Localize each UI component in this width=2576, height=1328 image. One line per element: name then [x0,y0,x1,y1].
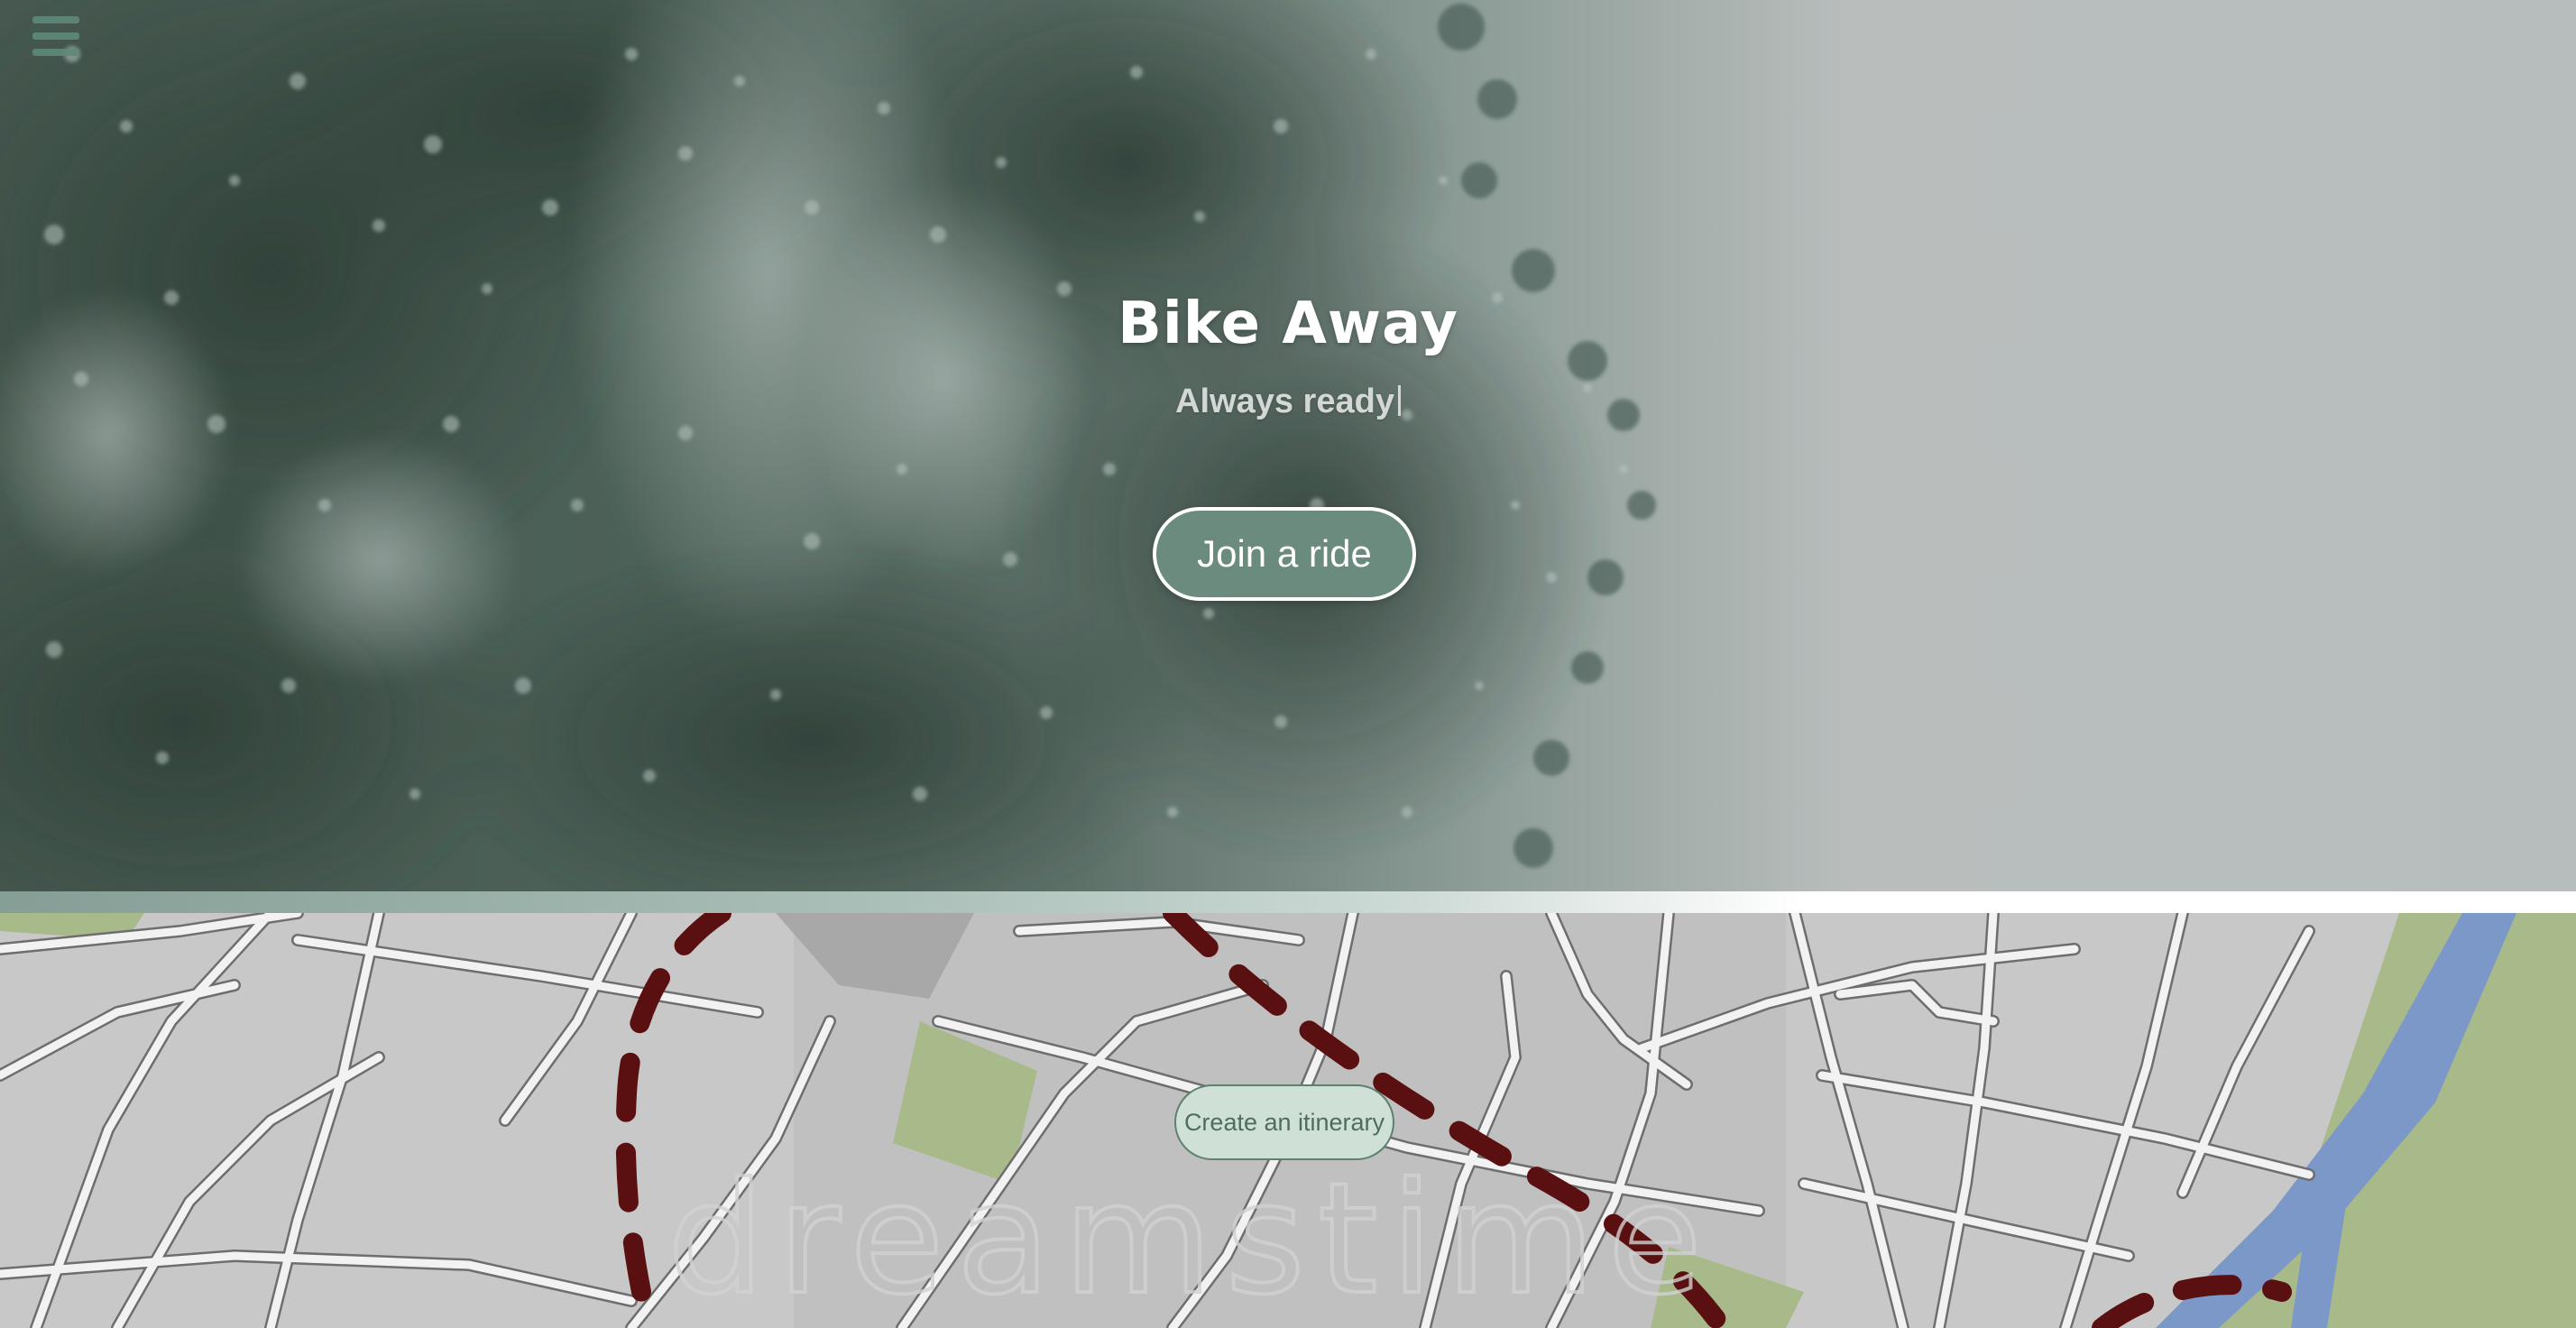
menu-line [32,16,79,23]
hamburger-menu-icon[interactable] [32,16,79,56]
hero-section: Bike Away Always ready Join a ride [0,0,2576,891]
menu-line [32,49,79,56]
join-ride-button[interactable]: Join a ride [1153,507,1416,601]
hero-foliage-image [0,0,1656,891]
create-itinerary-button[interactable]: Create an itinerary [1174,1084,1394,1160]
hero-bottom-band [0,891,2576,913]
svg-text:dreamstime: dreamstime [667,1150,1715,1328]
menu-line [32,32,79,40]
hero-subtitle-text: Always ready [1175,383,1394,420]
typing-cursor [1397,385,1401,416]
hero-title: Bike Away [1118,290,1458,357]
hero-subtitle: Always ready [0,383,2576,421]
